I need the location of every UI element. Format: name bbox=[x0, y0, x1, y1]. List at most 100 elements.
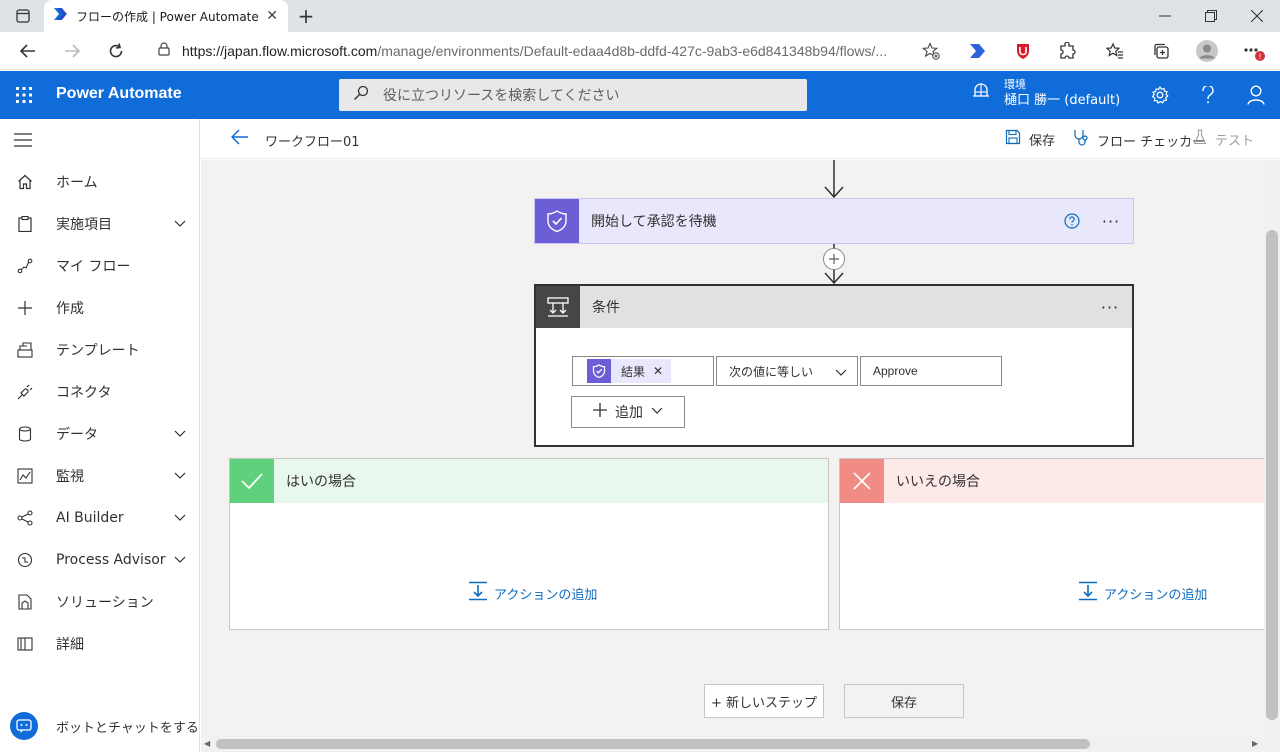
no-branch-header[interactable]: いいえの場合 bbox=[840, 459, 1279, 503]
horizontal-scroll-thumb[interactable] bbox=[216, 739, 1090, 749]
token-label: 結果 bbox=[621, 364, 646, 379]
add-action-icon bbox=[468, 581, 488, 605]
favorites-icon[interactable] bbox=[1102, 38, 1128, 64]
condition-right-operand[interactable]: Approve bbox=[860, 356, 1002, 386]
new-step-button[interactable]: + 新しいステップ bbox=[704, 684, 824, 718]
settings-more-icon[interactable]: ! bbox=[1240, 38, 1266, 64]
scroll-right-arrow-icon[interactable]: ▶ bbox=[1252, 739, 1260, 749]
save-command-button[interactable]: 保存 bbox=[1005, 129, 1055, 149]
back-arrow-icon[interactable] bbox=[230, 129, 249, 149]
account-icon[interactable] bbox=[1232, 71, 1280, 119]
save-button[interactable]: 保存 bbox=[844, 684, 964, 718]
flow-name[interactable]: ワークフロー01 bbox=[265, 131, 360, 150]
nav-label: 監視 bbox=[56, 469, 84, 485]
chevron-down-icon bbox=[174, 220, 186, 227]
condition-icon bbox=[536, 286, 580, 328]
chatbot-button[interactable]: ボットとチャットをする bbox=[10, 712, 199, 740]
test-button[interactable]: テスト bbox=[1193, 129, 1254, 149]
yes-branch: はいの場合 アクションの追加 bbox=[229, 458, 829, 630]
nav-item-learn[interactable]: 詳細 bbox=[0, 623, 200, 665]
power-automate-extension-icon[interactable] bbox=[966, 38, 992, 64]
nav-label: Process Advisor bbox=[56, 552, 166, 568]
nav-item-connectors[interactable]: コネクタ bbox=[0, 371, 200, 413]
environment-name: 樋口 勝一 (default) bbox=[1004, 93, 1121, 108]
refresh-icon[interactable] bbox=[100, 36, 132, 66]
nav-item-process-advisor[interactable]: Process Advisor bbox=[0, 539, 200, 581]
new-tab-icon[interactable]: + bbox=[294, 4, 318, 28]
nav-item-solutions[interactable]: ソリューション bbox=[0, 581, 200, 623]
yes-add-action-link[interactable]: アクションの追加 bbox=[468, 581, 597, 605]
approval-action-card[interactable]: 開始して承認を待機 ··· bbox=[534, 198, 1134, 244]
no-add-action-link[interactable]: アクションの追加 bbox=[1078, 581, 1207, 605]
help-circle-icon[interactable] bbox=[1055, 213, 1089, 229]
nav-item-my-flows[interactable]: マイ フロー bbox=[0, 245, 200, 287]
approval-more-icon[interactable]: ··· bbox=[1089, 212, 1133, 231]
checkmark-icon bbox=[230, 459, 274, 503]
clipboard-icon bbox=[16, 215, 34, 233]
lock-icon bbox=[158, 42, 170, 60]
nav-item-ai-builder[interactable]: AI Builder bbox=[0, 497, 200, 539]
back-icon[interactable] bbox=[12, 36, 44, 66]
profile-avatar-icon[interactable] bbox=[1194, 38, 1220, 64]
settings-gear-icon[interactable] bbox=[1136, 71, 1184, 119]
nav-label: テンプレート bbox=[56, 343, 140, 359]
plus-icon bbox=[593, 403, 607, 421]
condition-left-operand[interactable]: 結果 ✕ bbox=[572, 356, 714, 386]
add-action-label: アクションの追加 bbox=[494, 587, 598, 603]
url-text: https://japan.flow.microsoft.com/manage/… bbox=[182, 43, 888, 59]
tab-title: フローの作成 | Power Automate bbox=[76, 9, 259, 24]
flow-checker-button[interactable]: フロー チェッカー bbox=[1073, 129, 1205, 151]
designer-command-bar: ワークフロー01 保存 フロー チェッカー テスト bbox=[201, 119, 1280, 159]
chevron-down-icon bbox=[174, 430, 186, 437]
environment-picker[interactable]: 環境 樋口 勝一 (default) bbox=[972, 77, 1120, 109]
app-title[interactable]: Power Automate bbox=[56, 85, 182, 103]
minimize-icon[interactable] bbox=[1142, 0, 1188, 32]
insert-step-icon[interactable] bbox=[823, 248, 845, 270]
nav-label: 詳細 bbox=[56, 637, 84, 653]
help-icon[interactable] bbox=[1184, 71, 1232, 119]
solutions-icon bbox=[16, 593, 34, 611]
nav-item-create[interactable]: 作成 bbox=[0, 287, 200, 329]
nav-item-home[interactable]: ホーム bbox=[0, 161, 200, 203]
favorite-add-icon[interactable] bbox=[921, 42, 940, 64]
template-icon bbox=[16, 341, 34, 359]
condition-more-icon[interactable]: ··· bbox=[1088, 298, 1132, 317]
nav-label: 実施項目 bbox=[56, 217, 112, 233]
scroll-left-arrow-icon[interactable]: ◀ bbox=[204, 739, 212, 749]
dynamic-content-token[interactable]: 結果 ✕ bbox=[587, 359, 672, 383]
collections-icon[interactable] bbox=[1148, 38, 1174, 64]
tab-close-icon[interactable]: ✕ bbox=[266, 8, 278, 24]
shield-extension-icon[interactable] bbox=[1010, 38, 1036, 64]
address-bar[interactable]: https://japan.flow.microsoft.com/manage/… bbox=[146, 36, 950, 66]
browser-tabstrip: フローの作成 | Power Automate ✕ + bbox=[0, 0, 1280, 32]
plus-icon bbox=[16, 299, 34, 317]
flow-icon bbox=[16, 257, 34, 275]
add-condition-button[interactable]: 追加 bbox=[571, 396, 685, 428]
collapse-nav-icon[interactable] bbox=[14, 133, 34, 149]
svg-text:!: ! bbox=[1258, 53, 1261, 62]
vertical-scroll-thumb[interactable] bbox=[1266, 230, 1278, 720]
extensions-icon[interactable] bbox=[1054, 38, 1080, 64]
forward-icon[interactable] bbox=[56, 36, 88, 66]
condition-operator-select[interactable]: 次の値に等しい bbox=[716, 356, 858, 386]
restore-icon[interactable] bbox=[1188, 0, 1234, 32]
chatbot-icon bbox=[10, 712, 38, 740]
yes-branch-title: はいの場合 bbox=[286, 474, 356, 490]
search-input[interactable]: 役に立つリソースを検索してください bbox=[339, 79, 807, 111]
close-window-icon[interactable] bbox=[1234, 0, 1280, 32]
yes-branch-header[interactable]: はいの場合 bbox=[230, 459, 828, 503]
approval-title: 開始して承認を待機 bbox=[591, 214, 717, 230]
tab-actions-icon[interactable] bbox=[0, 0, 46, 32]
designer-canvas bbox=[201, 160, 1264, 736]
app-launcher-icon[interactable] bbox=[0, 71, 48, 119]
no-branch: いいえの場合 アクションの追加 bbox=[839, 458, 1279, 630]
stethoscope-icon bbox=[1073, 129, 1089, 151]
environment-icon bbox=[972, 82, 990, 104]
nav-item-templates[interactable]: テンプレート bbox=[0, 329, 200, 371]
nav-item-action-items[interactable]: 実施項目 bbox=[0, 203, 200, 245]
token-remove-icon[interactable]: ✕ bbox=[653, 364, 663, 378]
nav-item-data[interactable]: データ bbox=[0, 413, 200, 455]
nav-item-monitor[interactable]: 監視 bbox=[0, 455, 200, 497]
browser-tab[interactable]: フローの作成 | Power Automate ✕ bbox=[44, 0, 288, 32]
condition-header[interactable]: 条件 ··· bbox=[536, 286, 1132, 328]
